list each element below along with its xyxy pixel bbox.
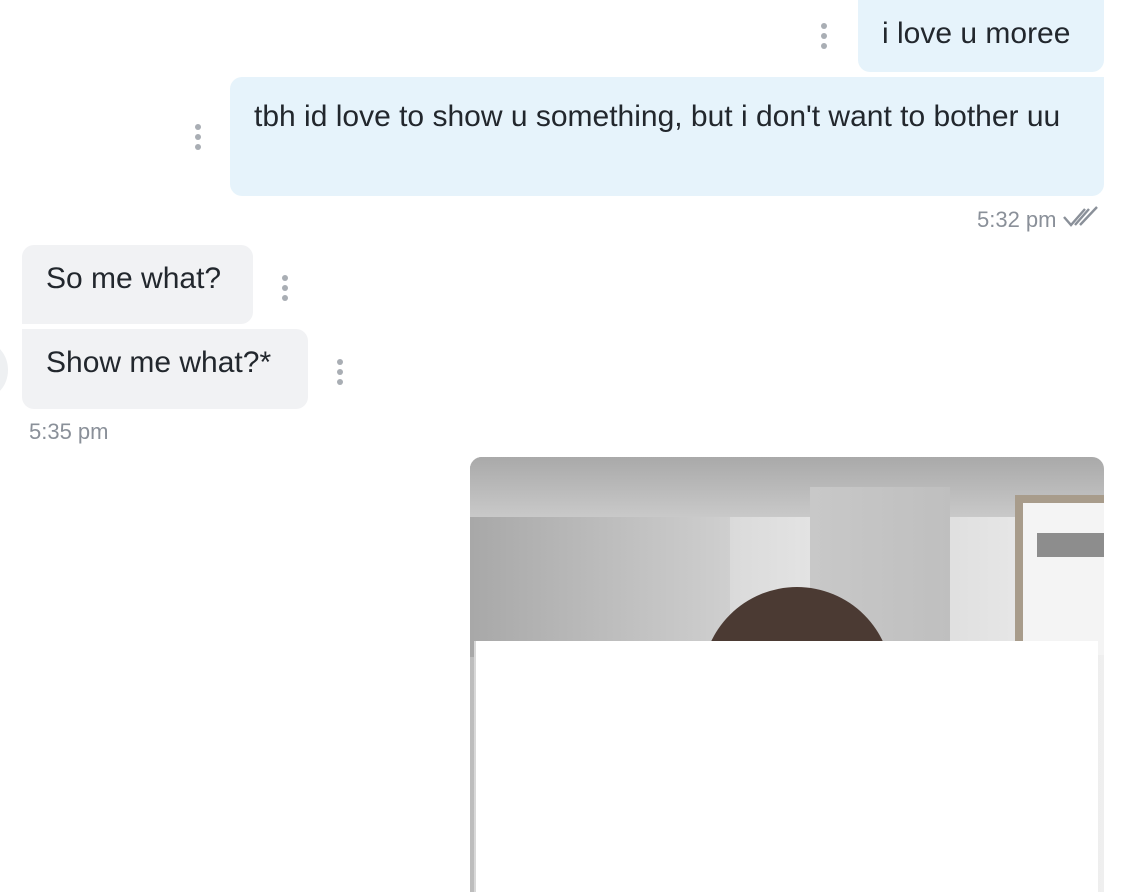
message-bubble-outgoing[interactable]: tbh id love to show u something, but i d… <box>230 77 1104 196</box>
message-text: tbh id love to show u something, but i d… <box>254 100 1061 133</box>
chat-thread: i love u moree tbh id love to show u som… <box>0 0 1122 892</box>
message-text: So me what? <box>46 262 222 295</box>
message-text: Show me what?* <box>46 346 272 379</box>
message-row-outgoing: i love u moree <box>810 0 1104 72</box>
message-row-incoming: So me what? <box>22 245 299 324</box>
message-timestamp: 5:32 pm <box>977 205 1101 235</box>
message-options-icon[interactable] <box>810 16 838 56</box>
message-bubble-incoming[interactable]: Show me what?* <box>22 329 308 409</box>
message-timestamp: 5:35 pm <box>29 419 109 445</box>
message-bubble-incoming[interactable]: So me what? <box>22 245 253 324</box>
message-options-icon[interactable] <box>271 268 299 308</box>
avatar[interactable] <box>0 342 8 398</box>
message-options-icon[interactable] <box>326 352 354 392</box>
timestamp-text: 5:35 pm <box>29 419 109 444</box>
photo-redaction-overlay <box>474 641 1098 892</box>
message-row-outgoing: tbh id love to show u something, but i d… <box>184 77 1104 196</box>
photo-attachment[interactable] <box>470 457 1104 892</box>
message-options-icon[interactable] <box>184 117 212 157</box>
message-bubble-outgoing[interactable]: i love u moree <box>858 0 1104 72</box>
double-check-icon <box>1062 205 1101 235</box>
message-text: i love u moree <box>882 17 1071 50</box>
message-row-incoming: Show me what?* <box>22 329 354 409</box>
timestamp-text: 5:32 pm <box>977 207 1057 232</box>
